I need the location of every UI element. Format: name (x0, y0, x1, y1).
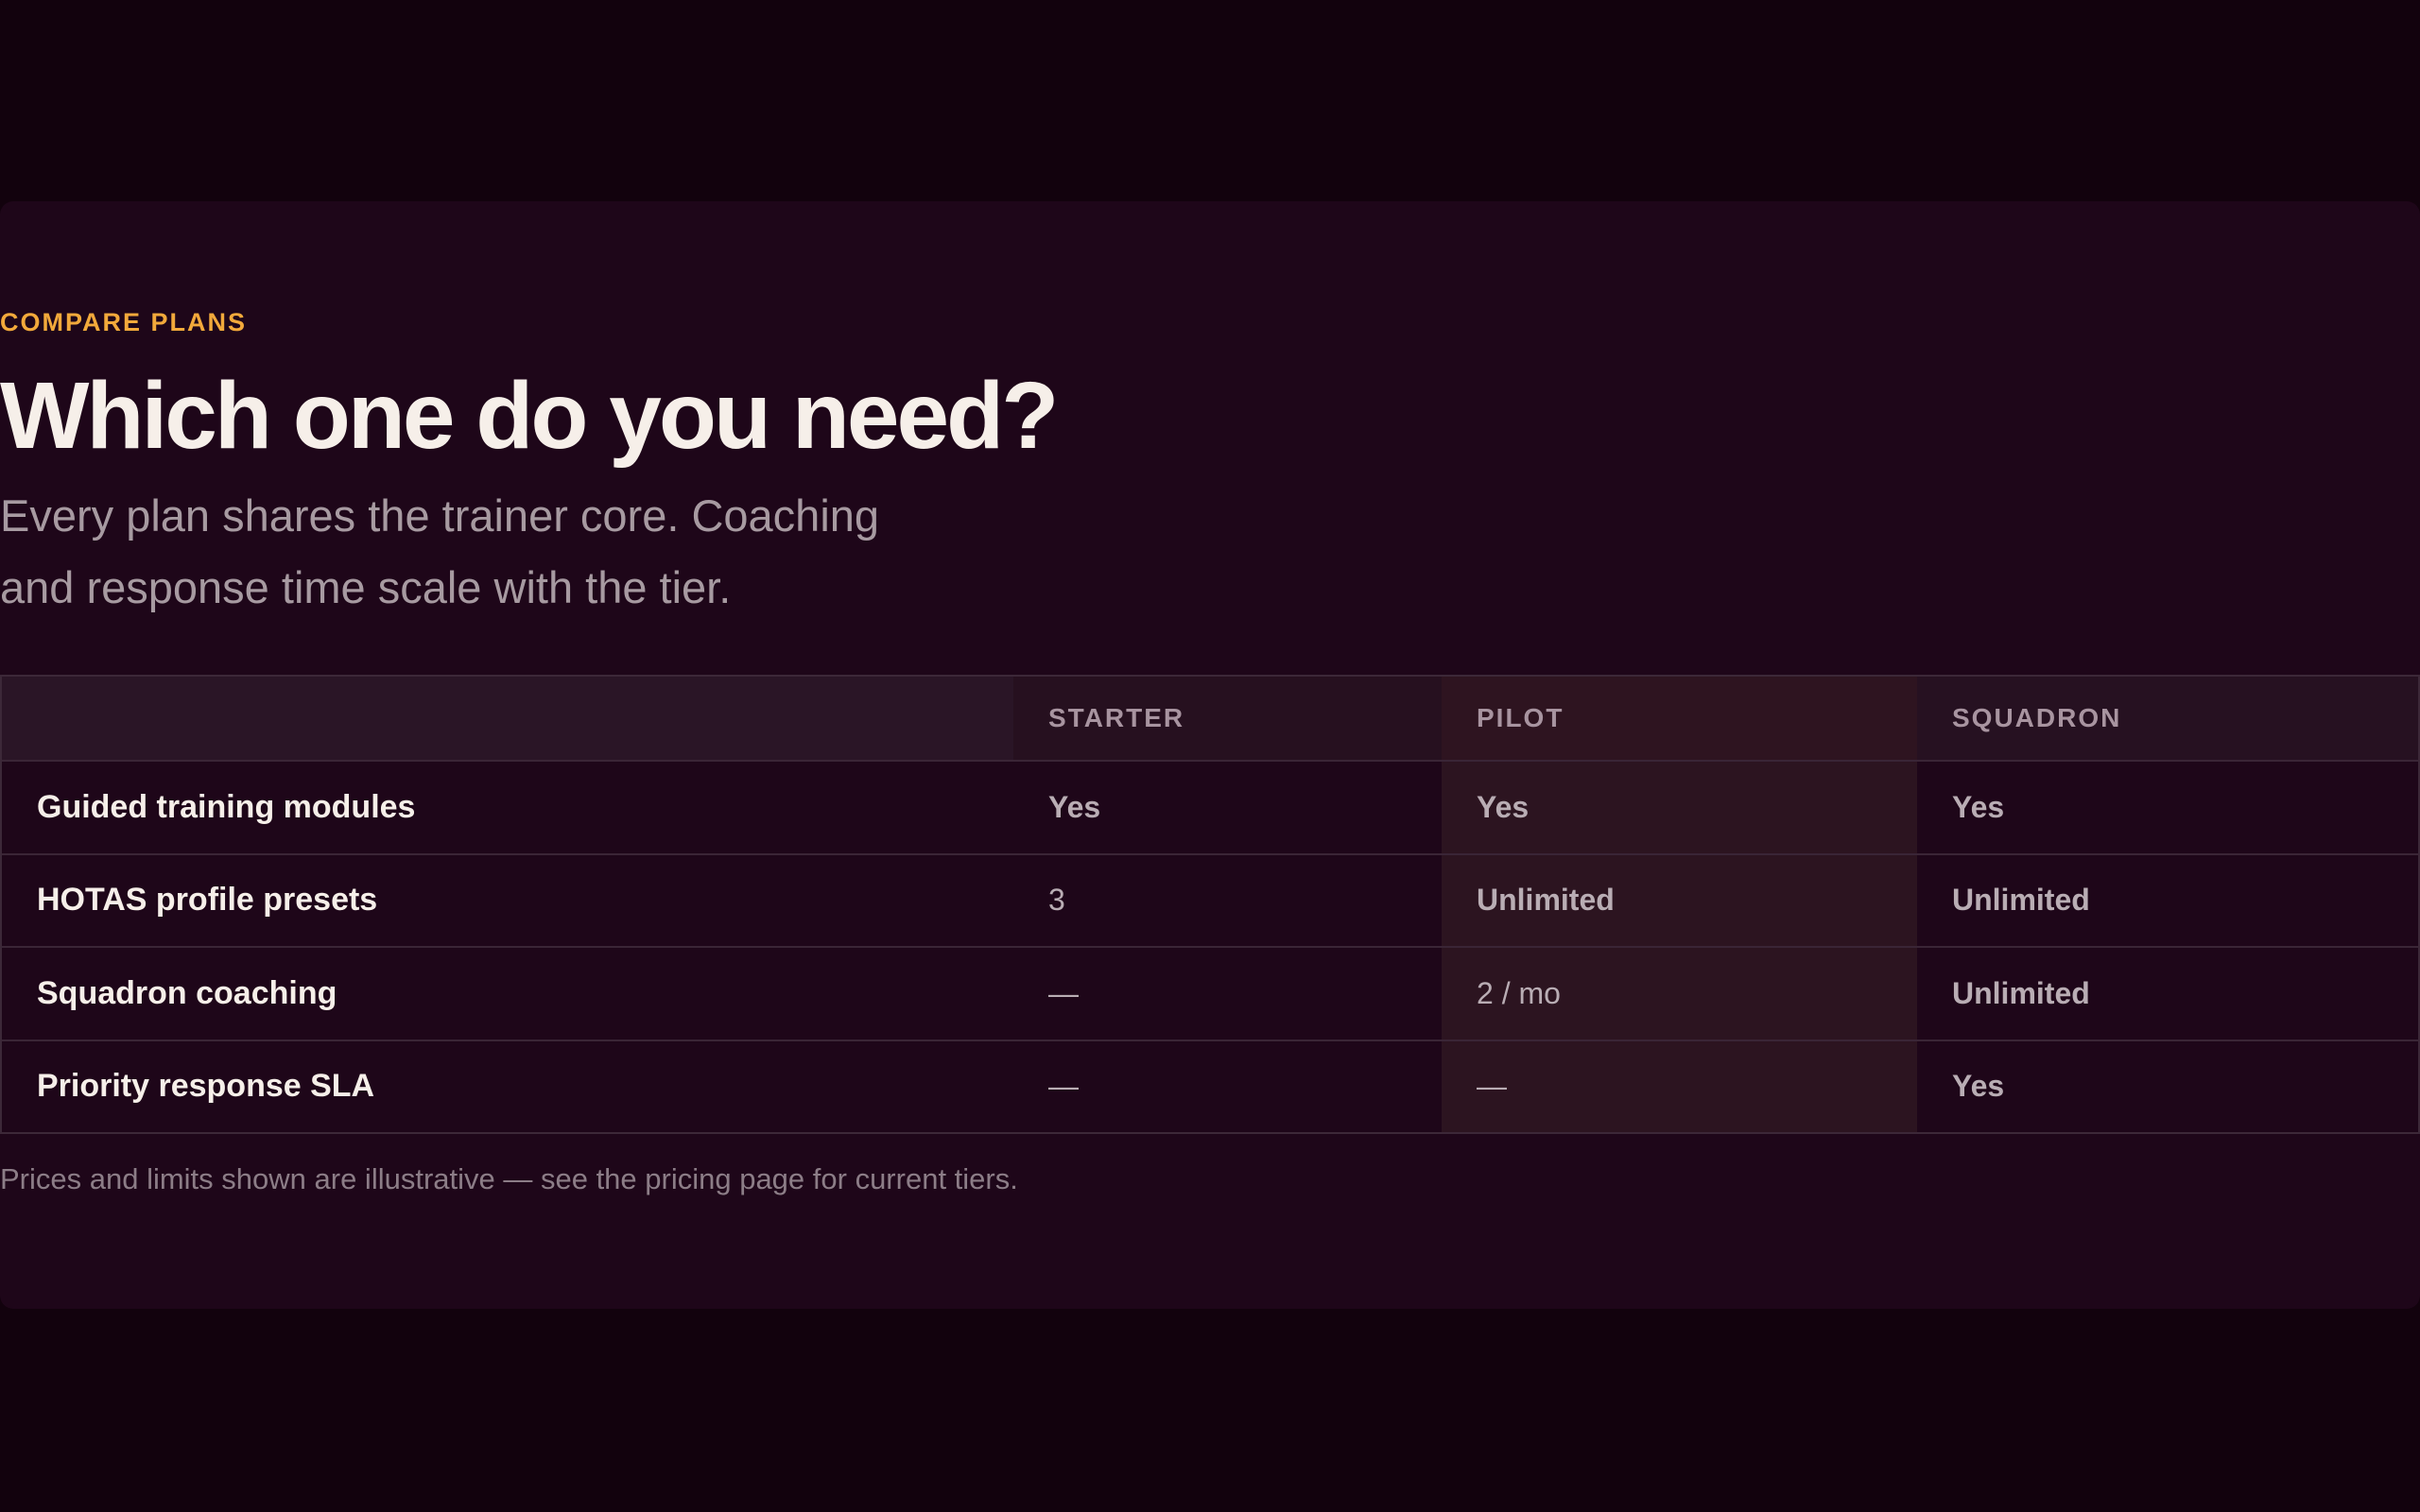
table-row: Guided training modules Yes Yes Yes (2, 761, 2418, 855)
section-eyebrow: COMPARE PLANS (0, 308, 248, 336)
header-squadron: SQUADRON (1917, 677, 2418, 762)
table-row: Priority response SLA — — Yes (2, 1040, 2418, 1132)
feature-name: Priority response SLA (37, 1068, 375, 1105)
pilot-value: 2 / mo (1442, 947, 1917, 1041)
feature-name: HOTAS profile presets (2, 853, 1013, 948)
starter-value: 3 (1013, 853, 1442, 948)
header-feature-column (2, 677, 1013, 762)
squadron-value: Yes (1952, 1069, 2005, 1104)
plan-comparison-table: STARTER PILOT SQUADRON Guided training m… (0, 675, 2420, 1134)
feature-name: Squadron coaching (2, 947, 1013, 1041)
starter-value: — (1048, 1069, 1079, 1104)
table-row: HOTAS profile presets 3 Unlimited Unlimi… (2, 853, 2418, 948)
header-starter: STARTER (1013, 677, 1442, 762)
table-header-row: STARTER PILOT SQUADRON (2, 677, 2418, 762)
squadron-value: Unlimited (1917, 947, 2418, 1041)
header-pilot: PILOT (1442, 677, 1917, 762)
starter-value: Yes (1013, 761, 1442, 855)
section-lead: Every plan shares the trainer core. Coac… (0, 490, 880, 612)
pilot-value: Yes (1442, 761, 1917, 855)
pilot-value: Unlimited (1442, 853, 1917, 948)
pilot-value: — (1442, 1040, 1917, 1132)
table-row: Squadron coaching — 2 / mo Unlimited (2, 947, 2418, 1041)
pricing-footnote: Prices and limits shown are illustrative… (0, 1162, 1018, 1195)
feature-name: Guided training modules (2, 761, 1013, 855)
squadron-value: Unlimited (1917, 853, 2418, 948)
starter-value: — (1013, 947, 1442, 1041)
squadron-value: Yes (1917, 761, 2418, 855)
section-title: Which one do you need? (0, 363, 1059, 469)
